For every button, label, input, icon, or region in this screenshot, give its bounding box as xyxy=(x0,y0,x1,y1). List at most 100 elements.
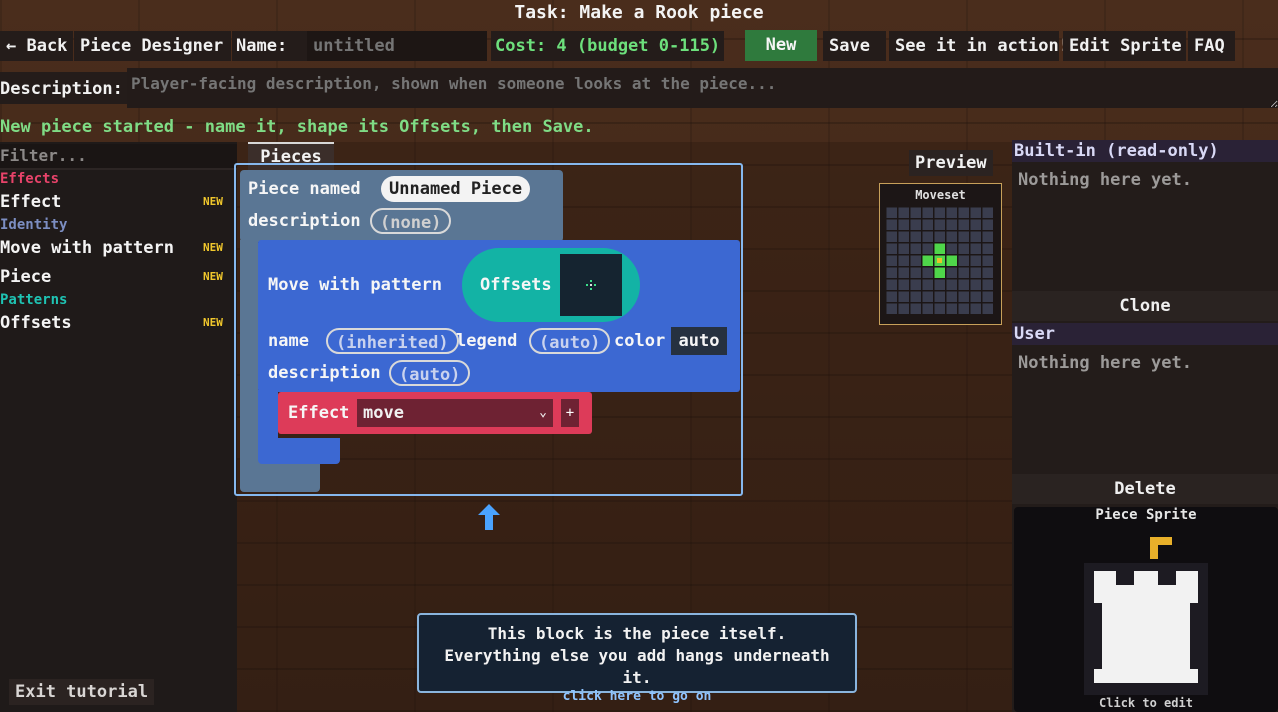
moveset-cell xyxy=(934,231,945,242)
moveset-cell xyxy=(922,291,933,302)
moveset-cell xyxy=(970,255,981,266)
moveset-cell xyxy=(934,303,945,314)
description-label: Description: xyxy=(0,72,127,104)
moveset-cell xyxy=(934,279,945,290)
moveset-cell xyxy=(958,279,969,290)
moveset-title: Moveset xyxy=(915,188,966,202)
moveset-cell xyxy=(922,267,933,278)
moveset-cell xyxy=(970,243,981,254)
moveset-cell xyxy=(946,219,957,230)
moveset-cell xyxy=(886,291,897,302)
moveset-cell xyxy=(898,267,909,278)
moveset-cell xyxy=(982,231,993,242)
see-in-action-button[interactable]: See it in action! xyxy=(889,31,1069,61)
moveset-cell xyxy=(910,303,921,314)
moveset-cell xyxy=(970,231,981,242)
moveset-cell xyxy=(898,231,909,242)
user-empty-text: Nothing here yet. xyxy=(1018,353,1192,373)
toolbox-item-piece[interactable]: Piece xyxy=(0,265,51,289)
new-badge: NEW xyxy=(203,316,223,329)
moveset-cell xyxy=(898,279,909,290)
clone-button[interactable]: Clone xyxy=(1012,291,1278,321)
moveset-move-cell xyxy=(922,255,933,266)
builtin-empty-text: Nothing here yet. xyxy=(1018,170,1192,190)
save-button[interactable]: Save xyxy=(823,31,886,61)
task-title: Task: Make a Rook piece xyxy=(514,2,764,23)
new-button[interactable]: New xyxy=(745,30,817,61)
piece-name-input[interactable] xyxy=(307,31,487,61)
moveset-cell xyxy=(898,291,909,302)
moveset-cell xyxy=(946,231,957,242)
moveset-cell xyxy=(934,291,945,302)
tutorial-continue-link[interactable]: click here to go on xyxy=(419,689,855,704)
moveset-cell xyxy=(922,243,933,254)
moveset-cell xyxy=(922,231,933,242)
moveset-cell xyxy=(898,303,909,314)
moveset-cell xyxy=(946,243,957,254)
moveset-cell xyxy=(922,279,933,290)
edit-sprite-button[interactable]: Edit Sprite xyxy=(1063,31,1186,61)
moveset-cell xyxy=(982,219,993,230)
moveset-cell xyxy=(982,243,993,254)
cost-display: Cost: 4 (budget 0-115) xyxy=(491,31,725,61)
moveset-cell xyxy=(886,207,897,218)
moveset-cell xyxy=(922,303,933,314)
sprite-title: Piece Sprite xyxy=(1095,507,1197,523)
preview-label: Preview xyxy=(909,150,993,176)
toolbox-item-move-with-pattern[interactable]: Move with pattern xyxy=(0,236,174,260)
moveset-grid xyxy=(886,207,993,314)
delete-button[interactable]: Delete xyxy=(1012,474,1278,504)
moveset-cell xyxy=(946,279,957,290)
moveset-cell xyxy=(982,255,993,266)
moveset-cell xyxy=(886,267,897,278)
moveset-cell xyxy=(886,219,897,230)
selected-block-outline xyxy=(234,163,743,496)
moveset-cell xyxy=(922,207,933,218)
moveset-cell xyxy=(982,303,993,314)
moveset-move-cell xyxy=(934,243,945,254)
moveset-move-cell xyxy=(946,255,957,266)
status-message: New piece started - name it, shape its O… xyxy=(0,117,594,137)
moveset-cell xyxy=(898,207,909,218)
moveset-cell xyxy=(970,219,981,230)
moveset-cell xyxy=(958,255,969,266)
toolbox-item-offsets[interactable]: Offsets xyxy=(0,311,72,335)
new-badge: NEW xyxy=(203,270,223,283)
moveset-cell xyxy=(886,231,897,242)
moveset-cell xyxy=(886,279,897,290)
category-effects: Effects xyxy=(0,171,60,187)
moveset-cell xyxy=(934,219,945,230)
moveset-cell xyxy=(958,303,969,314)
moveset-cell xyxy=(982,279,993,290)
moveset-cell xyxy=(910,219,921,230)
filter-input[interactable]: Filter... xyxy=(0,144,237,170)
toolbox-item-effect[interactable]: Effect xyxy=(0,190,61,214)
moveset-cell xyxy=(958,267,969,278)
exit-tutorial-button[interactable]: Exit tutorial xyxy=(9,679,155,705)
moveset-cell xyxy=(910,279,921,290)
moveset-cell xyxy=(898,255,909,266)
back-button[interactable]: ← Back xyxy=(0,31,73,61)
rook-sprite-icon[interactable] xyxy=(1072,533,1220,695)
moveset-cell xyxy=(946,303,957,314)
moveset-cell xyxy=(958,291,969,302)
moveset-piece-marker xyxy=(937,258,942,263)
moveset-cell xyxy=(934,207,945,218)
moveset-cell xyxy=(982,207,993,218)
moveset-cell xyxy=(970,303,981,314)
tutorial-tooltip: This block is the piece itself. Everythi… xyxy=(417,613,857,704)
sprite-caption: Click to edit xyxy=(1099,696,1193,710)
moveset-cell xyxy=(970,279,981,290)
designer-title: Piece Designer xyxy=(74,31,231,61)
moveset-cell xyxy=(970,291,981,302)
moveset-cell xyxy=(910,207,921,218)
moveset-cell xyxy=(910,243,921,254)
description-input[interactable] xyxy=(127,68,1278,108)
moveset-cell xyxy=(910,267,921,278)
moveset-cell xyxy=(958,231,969,242)
category-patterns: Patterns xyxy=(0,292,68,308)
faq-button[interactable]: FAQ xyxy=(1188,31,1235,61)
moveset-cell xyxy=(898,219,909,230)
builtin-header: Built-in (read-only) xyxy=(1012,140,1278,162)
moveset-cell xyxy=(898,243,909,254)
